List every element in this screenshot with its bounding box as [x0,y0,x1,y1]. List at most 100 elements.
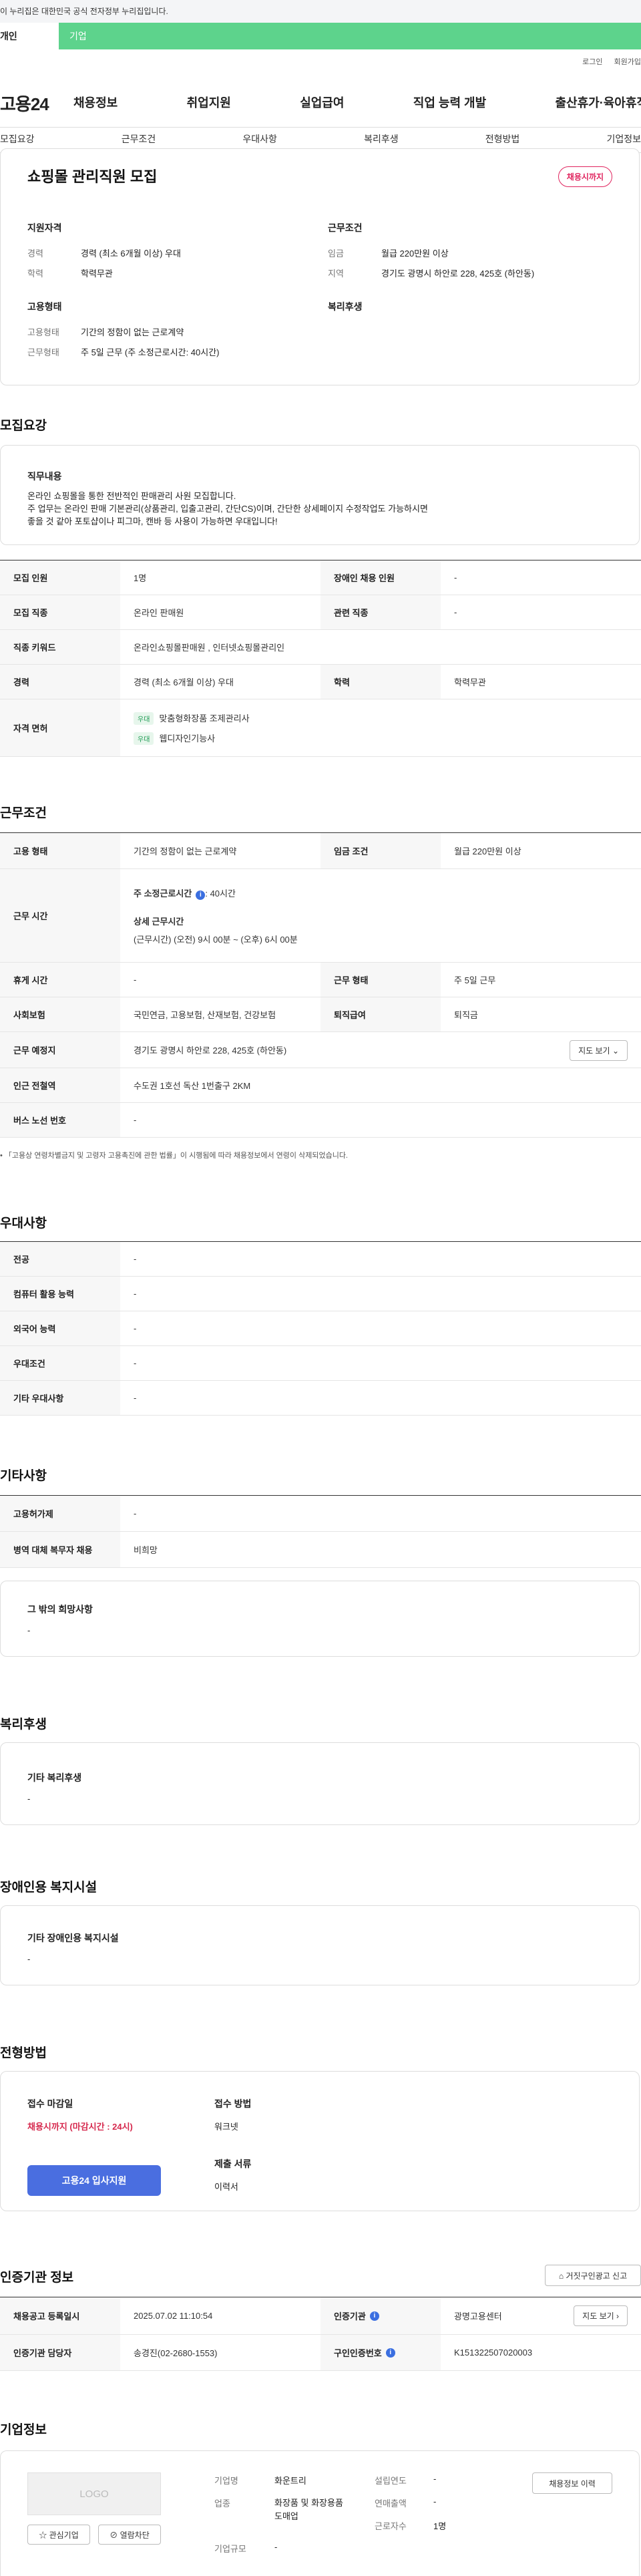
gnb-item-benefit[interactable]: 실업급여 [300,94,344,111]
info-icon[interactable]: i [385,2348,395,2358]
util-menu: 로그인 회원가입 [573,56,641,67]
work-hours: 주 소정근로시간 i: 40시간 상세 근무시간 (근무시간) (오전) 9시 0… [134,888,298,945]
duty-card: 직무내용 온라인 쇼핑몰을 통한 전반적인 판매관리 사원 모집합니다. 주 업… [0,445,640,545]
table-cell: 학력무관 [454,677,486,687]
table-cell: - [134,1358,137,1368]
docs-value: 이력서 [214,2182,238,2192]
table-cell: 온라인 판매원 [134,608,184,618]
block-button[interactable]: ⊘ 열람차단 [98,2525,161,2545]
table-row: 기타 우대사항 - [0,1381,641,1416]
table-cell: 국민연금, 고용보험, 산재보험, 건강보험 [134,1010,276,1020]
table-header-cell: 고용허가제 [0,1496,120,1531]
join-link[interactable]: 회원가입 [614,58,641,66]
license-tag: 우대 [134,711,154,725]
map-button[interactable]: 지도 보기 ⌄ [570,1040,628,1061]
subnav-company[interactable]: 기업정보 [606,132,641,146]
site-logo[interactable]: 고용24 [0,91,49,116]
section-title-work: 근무조건 [0,806,47,820]
founded-value: - [433,2474,437,2484]
docs-label: 제출 서류 [214,2158,252,2169]
tab-corp[interactable]: 기업 [69,23,87,49]
subnav-recruit[interactable]: 모집요강 [0,132,35,146]
section-title-cert: 인증기관 정보 [0,2271,74,2285]
license-name: 맞춤형화장품 조제관리사 [159,713,250,723]
facility-value: - [27,1954,31,1964]
other-wish-heading: 그 밖의 희망사항 [27,1604,93,1615]
section-title-pref: 우대사항 [0,1217,47,1231]
table-header-cell: 모집 인원 [0,560,120,595]
table-header-cell: 고용 형태 [0,833,120,868]
cert-map-button[interactable]: 지도 보기 › [574,2305,628,2326]
deadline-label: 접수 마감일 [27,2098,73,2109]
gnb-item-training[interactable]: 직업 능력 개발 [413,94,486,111]
history-button[interactable]: 채용정보 이력 [532,2472,612,2494]
table-header-cell: 자격 면허 [0,699,120,756]
table-cell: 월급 220만원 이상 [454,846,521,856]
table-row: 휴게 시간 - 근무 형태 주 5일 근무 [0,963,641,997]
subnav-apply[interactable]: 전형방법 [485,132,520,146]
company-name: 화운트리 [274,2476,306,2486]
table-row: 컴퓨터 활용 능력 - [0,1277,641,1311]
size-label: 기업규모 [214,2544,246,2554]
emp-value: 주 5일 근무 (주 소정근로시간: 40시간) [81,347,220,357]
chevron-down-icon: ⌄ [612,1046,619,1056]
table-header-cell: 근무 예정지 [0,1032,120,1068]
emp-label: 고용형태 [27,327,59,337]
favorite-button[interactable]: ☆ 관심기업 [27,2525,90,2545]
table-cell: 경기도 광명시 하안로 228, 425호 (하안동) [134,1045,287,1056]
company-name-label: 기업명 [214,2476,238,2486]
sales-value: - [433,2497,437,2507]
gnb-item-jobs[interactable]: 채용정보 [73,94,118,111]
table-row: 경력 경력 (최소 6개월 이상) 우대 학력 학력무관 [0,665,641,699]
industry-label: 업종 [214,2499,230,2509]
table-header-cell: 학력 [320,665,441,699]
login-link[interactable]: 로그인 [582,58,602,66]
cond-heading: 근무조건 [328,222,363,233]
company-logo: LOGO [27,2472,161,2515]
table-cell: - [134,1323,137,1333]
audience-tabbar: 개인 기업 [0,23,641,49]
welfare-heading: 기타 복리후생 [27,1772,82,1783]
table-row: 근무 시간 주 소정근로시간 i: 40시간 상세 근무시간 (근무시간) (오전… [0,869,641,963]
industry-value: 화장품 및 화장용품 도매업 [274,2498,343,2521]
table-header-cell: 모집 직종 [0,595,120,629]
qual-label: 학력 [27,269,43,279]
facility-card: 기타 장애인용 복지시설 - [0,1905,640,1985]
info-icon[interactable]: i [196,890,206,900]
section-title-recruit: 모집요강 [0,419,47,433]
table-header-cell: 관련 직종 [320,595,441,629]
table-cell: K151322507020003 [454,2348,533,2358]
info-icon[interactable]: i [369,2311,379,2321]
welfare-heading: 복리후생 [328,301,363,312]
section-title-apply: 전형방법 [0,2046,47,2060]
section-nav: 모집요강 근무조건 우대사항 복리후생 전형방법 기업정보 [0,132,641,146]
table-header-cell: 버스 노선 번호 [0,1103,120,1137]
subnav-pref[interactable]: 우대사항 [242,132,277,146]
job-summary-card: 쇼핑몰 관리직원 모집 채용시까지 지원자격 경력 경력 (최소 6개월 이상)… [0,148,640,385]
table-header-cell: 채용공고 등록일시 [0,2297,120,2334]
table-row: 인근 전철역 수도권 1호선 독산 1번출구 2KM [0,1068,641,1103]
table-header-cell: 기타 우대사항 [0,1381,120,1415]
table-header-cell: 경력 [0,665,120,699]
other-wish-value: - [27,1625,31,1635]
deadline-value: 채용시까지 (마감시간 : 24시) [27,2122,133,2132]
table-header-cell: 전공 [0,1242,120,1276]
emp-label: 근무형태 [27,347,59,357]
subnav-work[interactable]: 근무조건 [122,132,156,146]
qual-heading: 지원자격 [27,222,62,233]
star-icon: ☆ [39,2531,47,2540]
gov-banner: 이 누리집은 대한민국 공식 전자정부 누리집입니다. [0,0,641,23]
method-label: 접수 방법 [214,2098,252,2109]
gnb-item-support[interactable]: 취업지원 [187,94,231,111]
table-header-cell: 구인인증번호 i [320,2335,441,2370]
table-cell: - [134,1115,137,1125]
gnb-item-leave[interactable]: 출산휴가·육아휴직 [556,94,641,111]
subnav-welfare[interactable]: 복리후생 [364,132,399,146]
section-title-etc: 기타사항 [0,1469,47,1483]
welfare-value: - [27,1794,31,1804]
report-button[interactable]: ⌂ 거짓구인광고 신고 [545,2265,641,2286]
apply-button[interactable]: 고용24 입사지원 [27,2165,161,2196]
table-cell: - [454,573,457,583]
method-value: 워크넷 [214,2122,238,2132]
tab-person[interactable]: 개인 [0,23,59,49]
